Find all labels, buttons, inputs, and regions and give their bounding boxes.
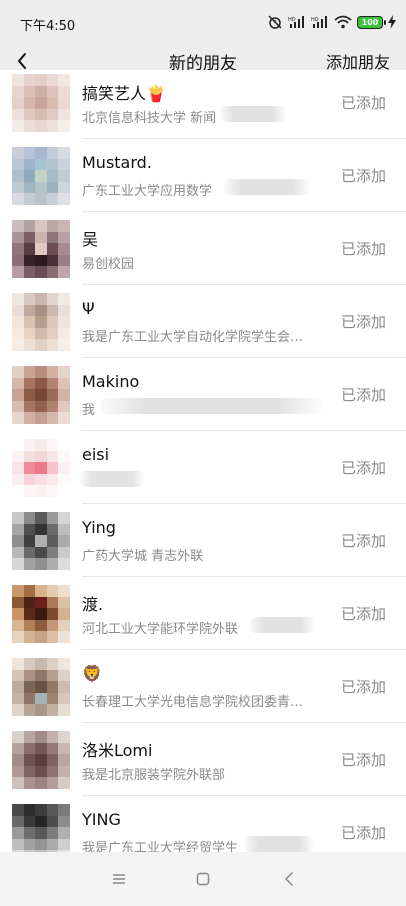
friend-row[interactable]: 吴 易创校园 已添加 [0, 212, 406, 285]
friend-row[interactable]: 洛米Lomi 我是北京服装学院外联部 已添加 [0, 723, 406, 796]
added-status: 已添加 [340, 532, 386, 550]
privacy-blur [250, 617, 314, 633]
friend-name: Ψ [82, 299, 95, 318]
friend-name: 洛米Lomi [82, 741, 153, 760]
battery-icon: 100 [357, 15, 386, 29]
friend-row[interactable]: Makino 我 已添加 [0, 358, 406, 431]
signal-hd-1-icon: HD [288, 15, 306, 29]
alarm-off-icon [267, 14, 283, 30]
friend-row[interactable]: 搞笑艺人🍟 北京信息科技大学 新闻 已添加 [0, 70, 406, 139]
avatar [12, 366, 70, 424]
charging-icon [388, 15, 396, 29]
system-nav-bar [0, 852, 406, 906]
friend-name: 吴 [82, 230, 99, 249]
friend-desc: 我是广东工业大学自动化学院学生会… [82, 330, 304, 345]
avatar [12, 731, 70, 789]
privacy-blur [100, 398, 322, 414]
friend-name: eisi [82, 445, 110, 464]
home-square-icon [196, 872, 210, 886]
avatar [12, 293, 70, 351]
back-nav-button[interactable] [278, 868, 300, 890]
friend-name: 搞笑艺人🍟 [82, 84, 166, 103]
avatar [12, 585, 70, 643]
friend-desc: 北京信息科技大学 新闻 [82, 111, 217, 126]
friend-row[interactable]: Ying 广药大学城 青志外联 已添加 [0, 504, 406, 577]
friend-name: Ying [82, 518, 116, 537]
status-bar: 下午4:50 HD HD 100 [0, 0, 406, 46]
avatar [12, 74, 70, 132]
wifi-icon [334, 15, 352, 29]
added-status: 已添加 [340, 678, 386, 696]
menu-icon [113, 874, 125, 884]
added-status: 已添加 [340, 386, 386, 404]
home-nav-button[interactable] [192, 868, 214, 890]
privacy-blur [244, 836, 314, 852]
avatar [12, 220, 70, 278]
friend-row[interactable]: 渡. 河北工业大学能环学院外联 已添加 [0, 577, 406, 650]
friend-desc: 广药大学城 青志外联 [82, 549, 204, 564]
friend-row[interactable]: eisi 已添加 [0, 431, 406, 504]
triangle-back-icon [285, 872, 293, 886]
avatar [12, 658, 70, 716]
signal-hd-2-icon: HD [311, 15, 329, 29]
privacy-blur [220, 106, 286, 122]
privacy-blur [80, 471, 144, 487]
added-status: 已添加 [340, 605, 386, 623]
friend-name: 🦁 [82, 664, 102, 683]
friend-desc: 我是北京服装学院外联部 [82, 768, 226, 783]
status-time: 下午4:50 [20, 19, 76, 34]
chevron-left-icon [18, 53, 26, 69]
friend-row[interactable]: YING 我是广东工业大学经贸学生 已添加 [0, 796, 406, 852]
added-status: 已添加 [340, 459, 386, 477]
friend-name: YING [82, 810, 121, 829]
friend-desc: 易创校园 [82, 257, 135, 272]
added-status: 已添加 [340, 824, 386, 842]
avatar [12, 439, 70, 497]
added-status: 已添加 [340, 94, 386, 112]
privacy-blur [224, 179, 310, 195]
avatar [12, 804, 70, 852]
friend-row[interactable]: Mustard. 广东工业大学应用数学 已添加 [0, 139, 406, 212]
added-status: 已添加 [340, 240, 386, 258]
friend-name: Makino [82, 372, 140, 391]
friend-desc: 长春理工大学光电信息学院校团委青… [82, 695, 304, 710]
added-status: 已添加 [340, 751, 386, 769]
menu-nav-button[interactable] [108, 868, 130, 890]
added-status: 已添加 [340, 167, 386, 185]
friend-name: Mustard. [82, 153, 152, 172]
friend-row[interactable]: Ψ 我是广东工业大学自动化学院学生会… 已添加 [0, 285, 406, 358]
friend-name: 渡. [82, 595, 104, 614]
avatar [12, 147, 70, 205]
friend-row[interactable]: 🦁 长春理工大学光电信息学院校团委青… 已添加 [0, 650, 406, 723]
status-icons: HD HD 100 [267, 12, 396, 32]
added-status: 已添加 [340, 313, 386, 331]
battery-level: 100 [361, 17, 379, 27]
friend-list: 搞笑艺人🍟 北京信息科技大学 新闻 已添加 Mustard. 广东工业大学应用数… [0, 70, 406, 852]
avatar [12, 512, 70, 570]
